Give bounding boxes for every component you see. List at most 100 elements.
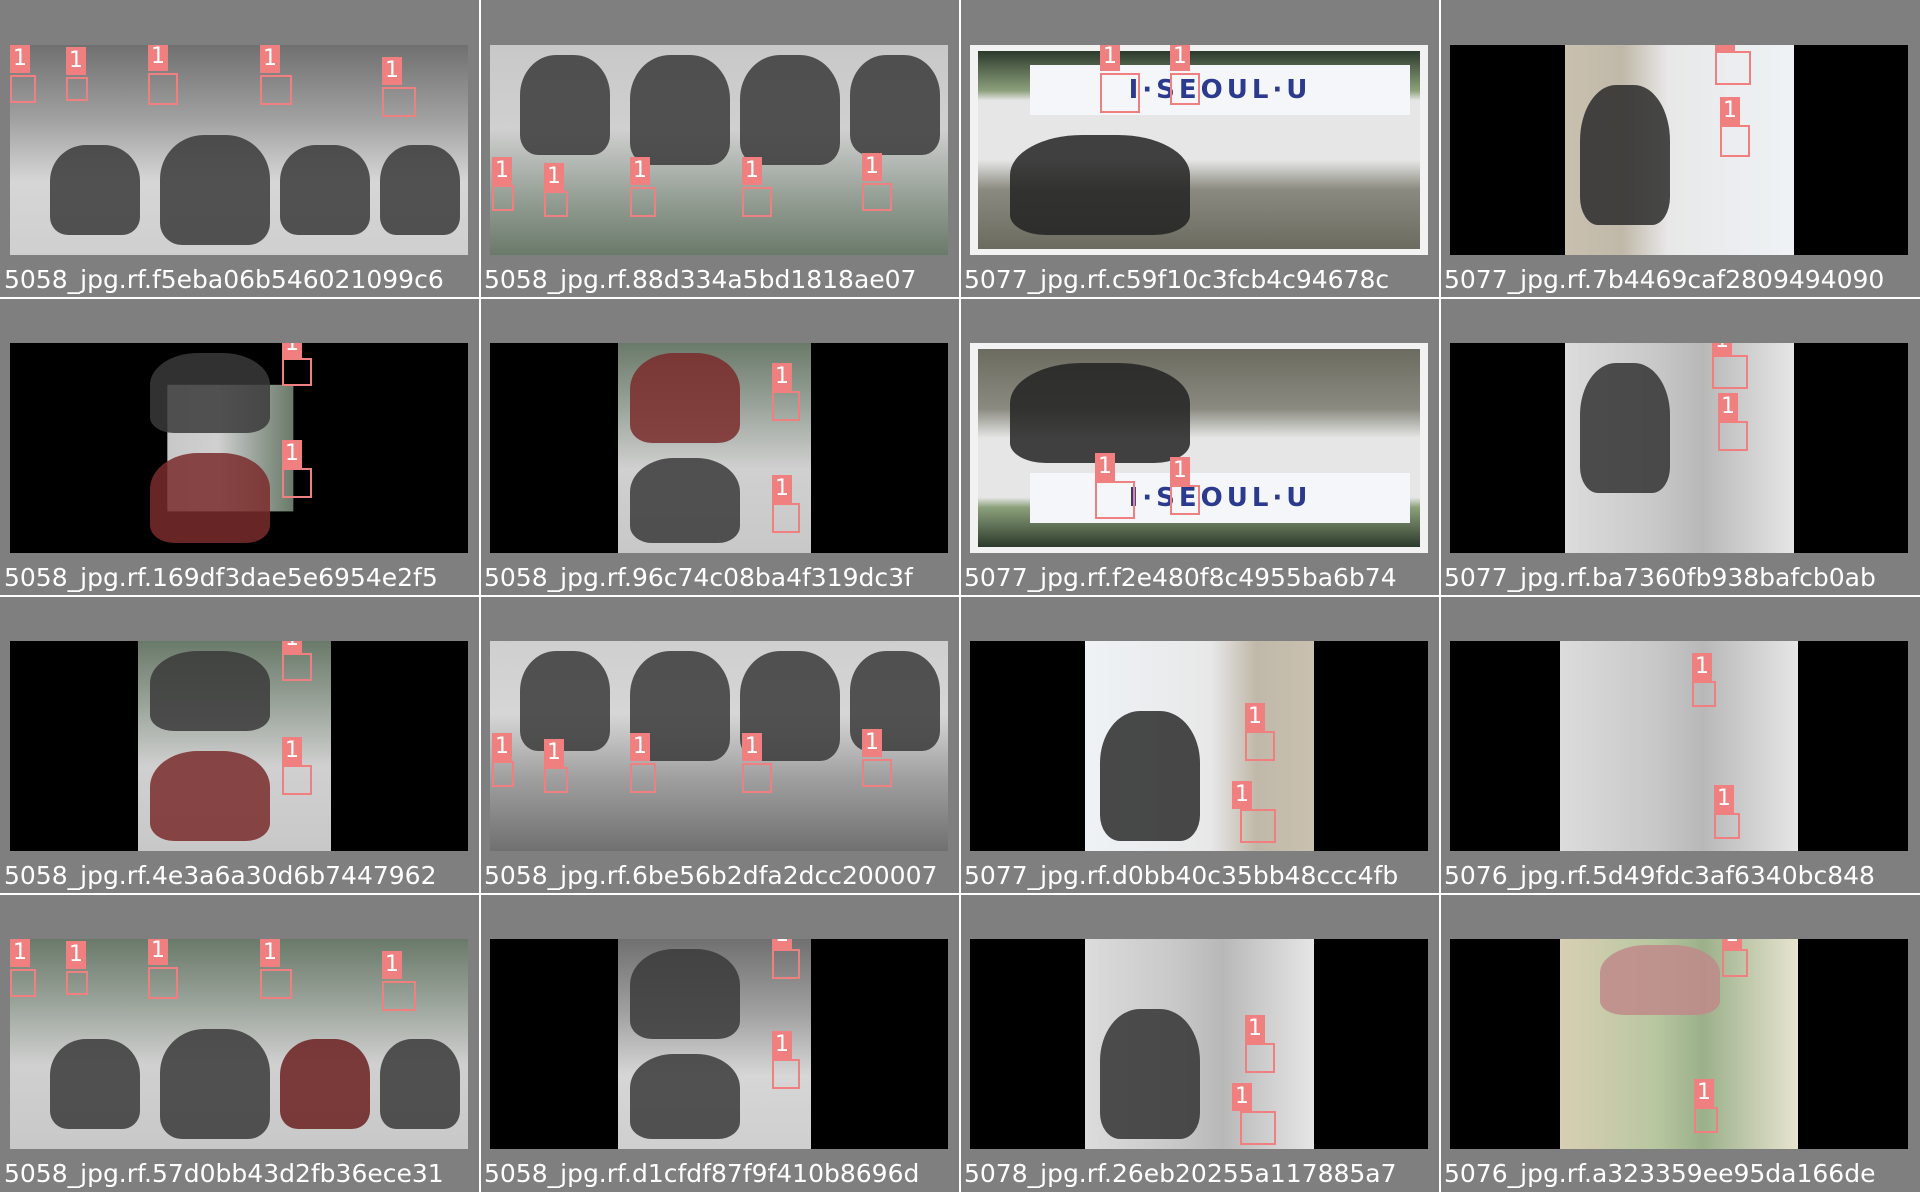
- vehicle-shape: [1010, 363, 1190, 463]
- divider: [0, 297, 1920, 299]
- vehicle-shape: [160, 135, 270, 245]
- bounding-box: [282, 468, 312, 498]
- tile-8: 1 1 5077_jpg.rf.ba7360fb938bafcb0ab: [1440, 298, 1920, 596]
- class-tag: 1: [742, 157, 762, 185]
- class-tag: 1: [772, 363, 792, 391]
- tile-2: 1 1 1 1 1 5058_jpg.rf.88d334a5bd1818ae07: [480, 0, 960, 298]
- bounding-box: [1722, 949, 1748, 977]
- class-tag: 1: [1718, 393, 1738, 421]
- image-caption: 5076_jpg.rf.a323359ee95da166de: [1444, 1159, 1876, 1188]
- vehicle-shape: [150, 751, 270, 841]
- class-tag: 1: [10, 45, 30, 73]
- class-tag: 1: [772, 475, 792, 503]
- vehicle-shape: [630, 458, 740, 543]
- divider: [0, 595, 1920, 597]
- bounding-box: [772, 391, 800, 421]
- bounding-box: [772, 503, 800, 533]
- tile-image: 1 1: [490, 343, 948, 553]
- image-caption: 5058_jpg.rf.96c74c08ba4f319dc3f: [484, 563, 913, 592]
- vehicle-shape: [1580, 85, 1670, 225]
- banner-text: I·SEOUL·U: [1030, 65, 1410, 115]
- bounding-box: [10, 969, 36, 997]
- tile-11: 1 1 5077_jpg.rf.d0bb40c35bb48ccc4fb: [960, 596, 1440, 894]
- bounding-box: [862, 759, 892, 787]
- image-caption: 5077_jpg.rf.ba7360fb938bafcb0ab: [1444, 563, 1876, 592]
- image-caption: 5077_jpg.rf.f2e480f8c4955ba6b74: [964, 563, 1397, 592]
- class-tag: 1: [1715, 45, 1735, 51]
- class-tag: 1: [260, 939, 280, 967]
- mosaic-grid: 1 1 1 1 1 5058_jpg.rf.f5eba06b546021099c…: [0, 0, 1920, 1192]
- class-tag: 1: [10, 939, 30, 967]
- tile-image: 1 1: [490, 939, 948, 1149]
- bounding-box: [544, 767, 568, 793]
- class-tag: 1: [382, 951, 402, 979]
- class-tag: 1: [630, 157, 650, 185]
- class-tag: 1: [492, 733, 512, 761]
- bounding-box: [148, 967, 178, 999]
- bounding-box: [630, 763, 656, 793]
- bounding-box: [1095, 481, 1135, 519]
- image-caption: 5078_jpg.rf.26eb20255a117885a7: [964, 1159, 1397, 1188]
- photo: [1559, 641, 1799, 851]
- tile-7: I·SEOUL·U 1 1 5077_jpg.rf.f2e480f8c4955b…: [960, 298, 1440, 596]
- image-caption: 5058_jpg.rf.f5eba06b546021099c6: [4, 265, 444, 294]
- bounding-box: [742, 187, 772, 217]
- tile-image: 1 1: [10, 641, 468, 851]
- bounding-box: [382, 87, 416, 117]
- class-tag: 1: [282, 641, 302, 653]
- tile-image: 1 1: [1450, 939, 1908, 1149]
- image-caption: 5058_jpg.rf.4e3a6a30d6b7447962: [4, 861, 437, 890]
- vehicle-shape: [630, 55, 730, 165]
- tile-10: 1 1 1 1 1 5058_jpg.rf.6be56b2dfa2dcc2000…: [480, 596, 960, 894]
- bounding-box: [382, 981, 416, 1011]
- bounding-box: [1715, 51, 1751, 85]
- bounding-box: [492, 761, 514, 787]
- vehicle-shape: [1600, 945, 1720, 1015]
- vehicle-shape: [1100, 711, 1200, 841]
- vehicle-shape: [380, 145, 460, 235]
- class-tag: 1: [1245, 703, 1265, 731]
- bounding-box: [1240, 809, 1276, 843]
- bounding-box: [1712, 355, 1748, 389]
- class-tag: 1: [66, 941, 86, 969]
- tile-6: 1 1 5058_jpg.rf.96c74c08ba4f319dc3f: [480, 298, 960, 596]
- tile-image: 1 1 1 1 1: [10, 45, 468, 255]
- class-tag: 1: [544, 163, 564, 191]
- vehicle-shape: [1100, 1009, 1200, 1139]
- bounding-box: [1718, 421, 1748, 451]
- divider: [0, 893, 1920, 895]
- tile-13: 1 1 1 1 1 5058_jpg.rf.57d0bb43d2fb36ece3…: [0, 894, 480, 1192]
- bounding-box: [772, 949, 800, 979]
- class-tag: 1: [1100, 45, 1120, 71]
- bounding-box: [544, 191, 568, 217]
- vehicle-shape: [150, 651, 270, 731]
- tile-14: 1 1 5058_jpg.rf.d1cfdf87f9f410b8696d: [480, 894, 960, 1192]
- bounding-box: [282, 358, 312, 386]
- tile-3: I·SEOUL·U 1 1 5077_jpg.rf.c59f10c3fcb4c9…: [960, 0, 1440, 298]
- image-caption: 5077_jpg.rf.7b4469caf2809494090: [1444, 265, 1885, 294]
- vehicle-shape: [850, 55, 940, 155]
- tile-image: 1 1: [1450, 45, 1908, 255]
- bounding-box: [1714, 813, 1740, 839]
- bounding-box: [282, 765, 312, 795]
- vehicle-shape: [280, 1039, 370, 1129]
- bounding-box: [1694, 1107, 1718, 1133]
- class-tag: 1: [260, 45, 280, 73]
- tile-image: I·SEOUL·U 1 1: [970, 45, 1428, 255]
- class-tag: 1: [282, 440, 302, 468]
- bounding-box: [1240, 1111, 1276, 1145]
- bounding-box: [148, 73, 178, 105]
- bounding-box: [772, 1059, 800, 1089]
- class-tag: 1: [382, 57, 402, 85]
- class-tag: 1: [1694, 1079, 1714, 1107]
- class-tag: 1: [1170, 45, 1190, 71]
- tile-1: 1 1 1 1 1 5058_jpg.rf.f5eba06b546021099c…: [0, 0, 480, 298]
- bounding-box: [260, 75, 292, 105]
- vehicle-shape: [150, 353, 270, 433]
- class-tag: 1: [1232, 1083, 1252, 1111]
- class-tag: 1: [66, 47, 86, 75]
- bounding-box: [66, 971, 88, 995]
- class-tag: 1: [1095, 453, 1115, 481]
- bounding-box: [1245, 1043, 1275, 1073]
- tile-image: 1 1: [970, 641, 1428, 851]
